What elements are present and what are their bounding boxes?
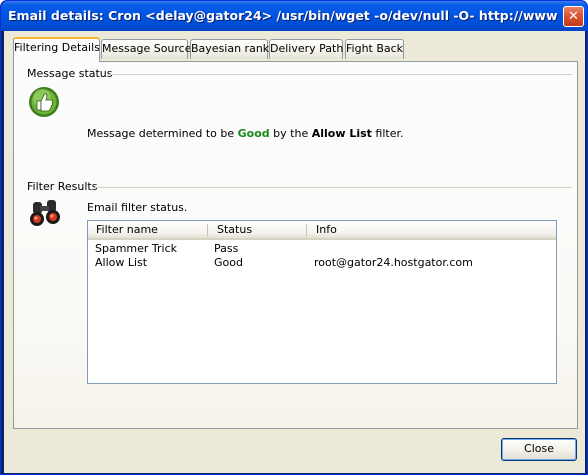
column-header-status[interactable]: Status (209, 221, 307, 238)
tab-delivery-path[interactable]: Delivery Path (269, 39, 343, 59)
message-status-divider (110, 74, 572, 75)
cell-filter-name: Spammer Trick (95, 242, 178, 255)
cell-filter-name: Allow List (95, 256, 148, 269)
status-text-suffix: filter. (371, 127, 404, 140)
filtering-details-panel: Message status Message determined to be … (13, 61, 578, 429)
cell-status: Good (214, 256, 243, 269)
email-details-window: Email details: Cron <delay@gator24> /usr… (0, 0, 588, 475)
window-close-icon[interactable]: ✕ (563, 6, 584, 27)
verdict-good: Good (237, 127, 270, 140)
list-header: Filter name Status Info (88, 221, 556, 240)
thumbs-up-icon (27, 85, 61, 119)
status-text-middle: by the (269, 127, 312, 140)
allow-list-filter-name: Allow List (311, 127, 372, 140)
status-text-prefix: Message determined to be (87, 127, 238, 140)
dialog-client-area: Filtering Details Message Source Bayesia… (4, 31, 585, 473)
message-status-text: Message determined to be Good by the All… (87, 127, 404, 140)
column-separator[interactable] (306, 224, 307, 236)
tab-message-source[interactable]: Message Source (101, 39, 192, 59)
column-header-filter-name[interactable]: Filter name (88, 221, 208, 238)
column-header-info[interactable]: Info (308, 221, 554, 238)
cell-info: root@gator24.hostgator.com (314, 256, 473, 269)
message-status-heading: Message status (27, 67, 113, 80)
tab-bayesian-rank[interactable]: Bayesian rank (190, 39, 269, 59)
title-bar[interactable]: Email details: Cron <delay@gator24> /usr… (1, 1, 587, 31)
binoculars-icon (28, 198, 62, 228)
filter-results-heading: Filter Results (27, 180, 98, 193)
filter-status-caption: Email filter status. (87, 201, 188, 214)
close-button[interactable]: Close (501, 438, 577, 461)
tab-fight-back[interactable]: Fight Back (345, 39, 404, 59)
column-separator[interactable] (207, 224, 208, 236)
filter-results-divider (95, 187, 572, 188)
window-title: Email details: Cron <delay@gator24> /usr… (8, 8, 558, 23)
filter-results-list[interactable]: Filter name Status Info Spammer Trick Pa… (87, 220, 557, 384)
tab-filtering-details[interactable]: Filtering Details (13, 37, 100, 62)
cell-status: Pass (214, 242, 239, 255)
